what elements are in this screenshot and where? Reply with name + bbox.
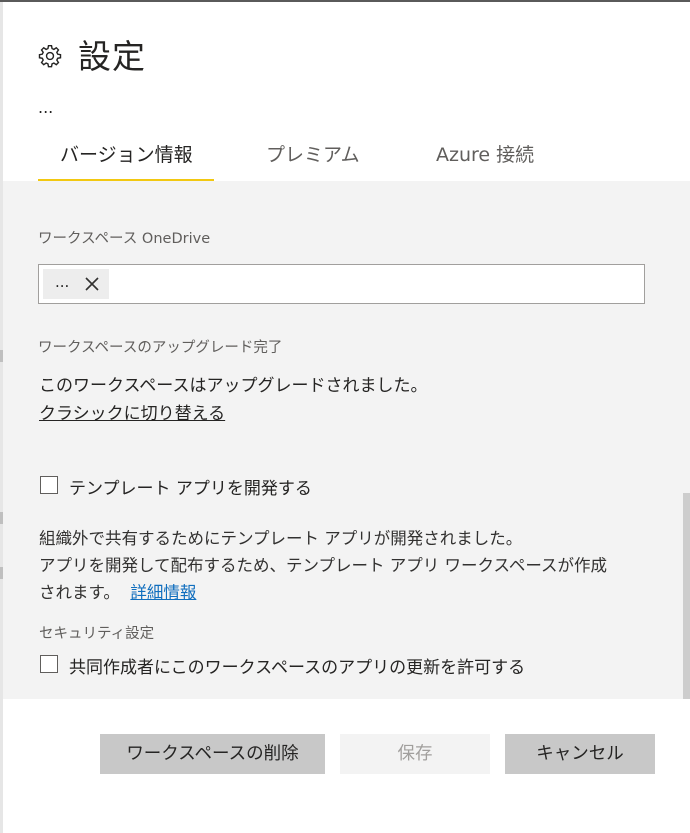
template-app-checkbox[interactable]: [40, 476, 58, 494]
template-app-description-line-last: されます。 詳細情報: [39, 579, 659, 606]
allow-contributors-update-app-checkbox[interactable]: [40, 655, 58, 673]
onedrive-label: ワークスペース OneDrive: [38, 231, 211, 247]
settings-panel-header: 設定 ... バージョン情報 プレミアム Azure 接続: [3, 2, 690, 182]
template-app-description-text: されます。: [39, 583, 120, 602]
learn-more-link[interactable]: 詳細情報: [130, 583, 196, 602]
tab-premium[interactable]: プレミアム: [266, 132, 360, 180]
upgrade-label: ワークスペースのアップグレード完了: [38, 340, 283, 356]
template-app-description: 組織外で共有するためにテンプレート アプリが開発されました。 アプリを開発して配…: [39, 525, 659, 606]
delete-workspace-button[interactable]: ワークスペースの削除: [100, 734, 325, 774]
allow-contributors-update-app-label: 共同作成者にこのワークスペースのアプリの更新を許可する: [69, 658, 526, 678]
workspace-name-ellipsis: ...: [38, 98, 54, 117]
settings-footer: ワークスペースの削除 保存 キャンセル: [3, 699, 690, 833]
onedrive-picker-field[interactable]: ...: [38, 264, 645, 304]
template-app-description-line: 組織外で共有するためにテンプレート アプリが開発されました。: [39, 529, 523, 548]
close-icon[interactable]: [83, 275, 101, 293]
upgrade-message: このワークスペースはアップグレードされました。: [39, 376, 428, 396]
onedrive-chip-text: ...: [55, 273, 70, 291]
security-settings-label: セキュリティ設定: [39, 626, 155, 642]
settings-content: ワークスペース OneDrive ... ワークスペースのアップグレード完了 こ…: [3, 181, 690, 699]
tab-about[interactable]: バージョン情報: [60, 132, 193, 180]
switch-to-classic-link[interactable]: クラシックに切り替える: [39, 399, 225, 424]
onedrive-selected-chip: ...: [43, 269, 109, 299]
tab-azure-connections[interactable]: Azure 接続: [436, 132, 534, 180]
template-app-description-line: アプリを開発して配布するため、テンプレート アプリ ワークスペースが作成: [39, 556, 608, 575]
content-scrollbar[interactable]: [683, 493, 690, 699]
page-title: 設定: [78, 37, 146, 76]
save-button[interactable]: 保存: [340, 734, 490, 774]
template-app-checkbox-label: テンプレート アプリを開発する: [69, 479, 312, 499]
gear-icon: [38, 45, 62, 68]
cancel-button[interactable]: キャンセル: [505, 734, 655, 774]
